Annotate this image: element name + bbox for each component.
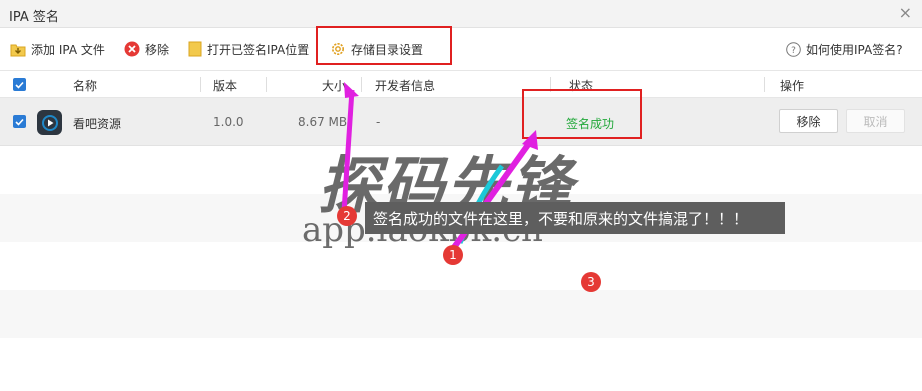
red-x-circle-icon [124,41,140,57]
column-header-version[interactable]: 版本 [213,77,237,94]
annotation-tooltip: 签名成功的文件在这里，不要和原来的文件搞混了！！！ [365,202,785,234]
column-header-actions: 操作 [780,79,805,93]
column-divider [200,77,201,92]
question-circle-icon: ? [786,41,801,57]
svg-text:?: ? [791,46,796,56]
folder-icon [188,41,202,57]
open-signed-folder-label: 打开已签名IPA位置 [207,42,310,57]
row-version: 1.0.0 [213,115,244,129]
play-icon [41,114,58,131]
window-title: IPA 签名 [9,10,59,25]
column-header-name[interactable]: 名称 [73,77,97,94]
row-name: 看吧资源 [73,117,122,131]
column-divider [266,77,267,92]
column-divider [764,77,765,92]
column-header-size[interactable]: 大小 [322,77,346,94]
row-checkbox[interactable] [13,115,26,128]
add-ipa-label: 添加 IPA 文件 [31,42,105,57]
help-label: 如何使用IPA签名? [806,42,903,57]
open-signed-folder-button[interactable]: 打开已签名IPA位置 [188,40,309,58]
toolbar: 添加 IPA 文件 移除 打开已签名IPA位置 存储目录设置 ? 如何使用IPA… [0,28,922,70]
highlight-box-status [522,89,642,139]
select-all-checkbox[interactable] [13,78,26,91]
table-header: 名称 版本 大小 开发者信息 状态 操作 [0,70,922,98]
row-size: 8.67 MB [298,115,348,129]
row-remove-button[interactable]: 移除 [779,109,838,133]
app-icon [37,110,62,135]
row-cancel-button[interactable]: 取消 [846,109,905,133]
column-header-developer[interactable]: 开发者信息 [375,77,435,94]
step-marker-2: 2 [337,206,357,226]
row-developer: - [376,115,381,129]
close-icon[interactable]: × [899,3,912,22]
add-ipa-button[interactable]: 添加 IPA 文件 [10,40,105,58]
column-divider [361,77,362,92]
folder-add-icon [10,44,26,56]
remove-label: 移除 [145,42,170,57]
title-bar: IPA 签名 × [0,0,922,28]
empty-row [0,290,922,338]
empty-row [0,338,922,386]
step-marker-3: 3 [581,272,601,292]
step-marker-1: 1 [443,245,463,265]
remove-button[interactable]: 移除 [124,40,169,58]
highlight-box-settings [316,26,452,65]
help-link[interactable]: ? 如何使用IPA签名? [786,40,903,58]
